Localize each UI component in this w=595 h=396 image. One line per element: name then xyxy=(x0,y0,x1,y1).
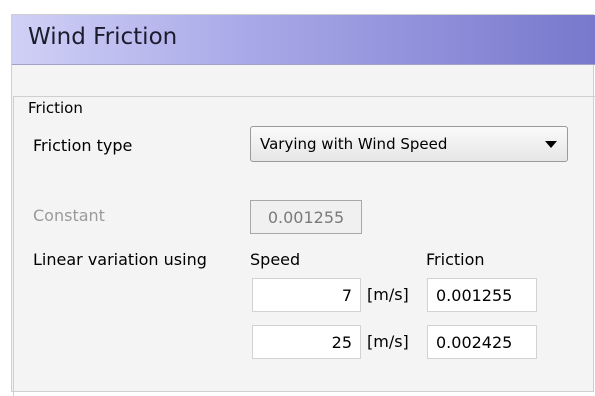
panel-title: Wind Friction xyxy=(28,24,178,50)
speed-unit-2: [m/s] xyxy=(367,332,409,351)
constant-label: Constant xyxy=(33,206,105,225)
linear-variation-label: Linear variation using xyxy=(33,250,207,269)
friction-input-1[interactable]: 0.001255 xyxy=(427,278,537,312)
friction-type-selected: Varying with Wind Speed xyxy=(260,135,448,153)
friction-input-2[interactable]: 0.002425 xyxy=(427,325,537,359)
chevron-down-icon xyxy=(545,141,557,148)
speed-input-2[interactable]: 25 xyxy=(252,325,361,359)
friction-type-label: Friction type xyxy=(33,136,133,155)
friction-type-dropdown[interactable]: Varying with Wind Speed xyxy=(250,126,568,162)
constant-input: 0.001255 xyxy=(250,200,362,234)
speed-unit-1: [m/s] xyxy=(367,285,409,304)
panel-header: Wind Friction xyxy=(12,15,595,65)
speed-input-1[interactable]: 7 xyxy=(252,278,361,312)
wind-friction-panel: Wind Friction Friction Friction type Var… xyxy=(11,14,595,396)
friction-group-legend: Friction xyxy=(26,99,85,117)
friction-column-header: Friction xyxy=(426,250,485,269)
speed-column-header: Speed xyxy=(250,250,301,269)
